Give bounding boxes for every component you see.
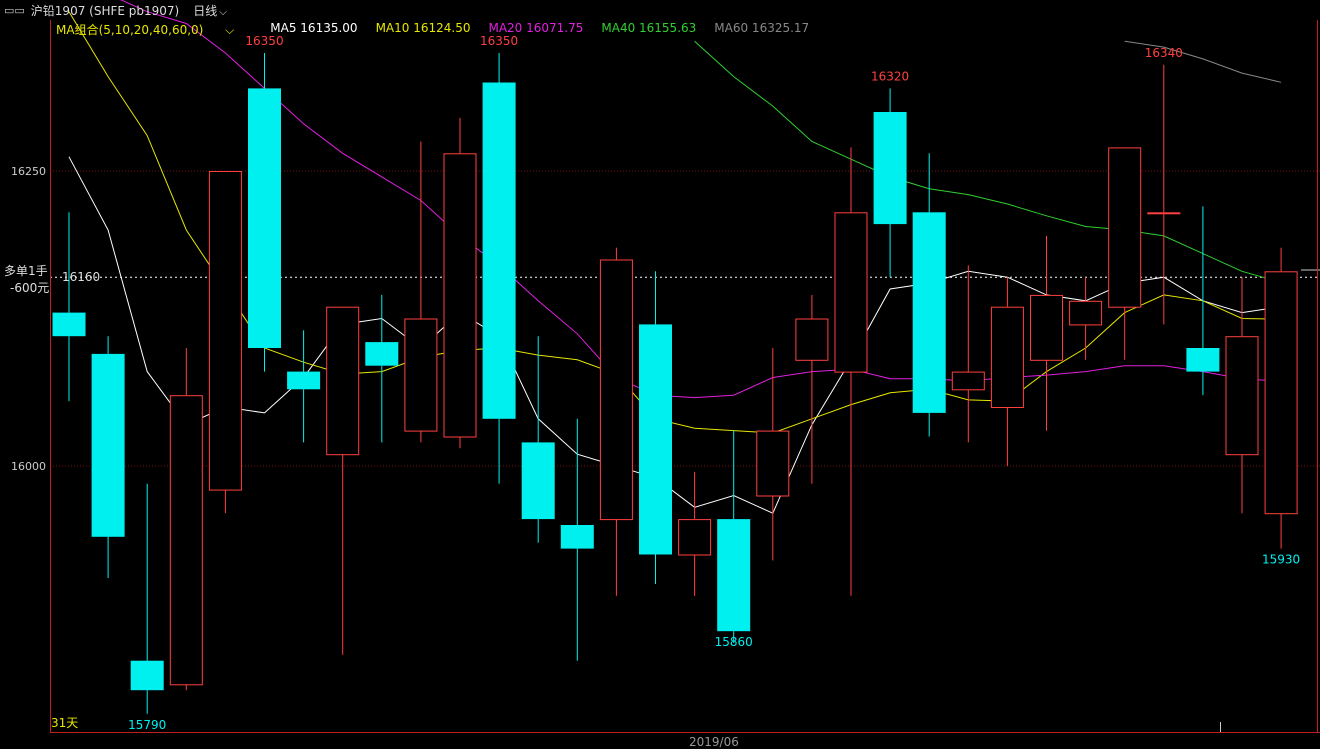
candle[interactable] bbox=[951, 265, 985, 443]
candle[interactable] bbox=[91, 336, 125, 579]
candle[interactable] bbox=[404, 141, 438, 443]
candle[interactable] bbox=[678, 471, 712, 596]
extreme-price-label: 16320 bbox=[871, 69, 909, 83]
y-tick-label: 16000 bbox=[11, 460, 46, 473]
candle[interactable] bbox=[756, 348, 790, 561]
candle-body bbox=[834, 212, 868, 373]
ma-combo-selector[interactable]: MA组合(5,10,20,40,60,0) ⌵ bbox=[56, 21, 252, 37]
chevron-down-icon: ⌵ bbox=[221, 23, 235, 37]
candle-body bbox=[990, 306, 1024, 409]
extreme-price-label: 15790 bbox=[128, 718, 166, 732]
candle-body bbox=[365, 342, 399, 366]
candle-body bbox=[482, 82, 516, 419]
ma40-line bbox=[694, 40, 1282, 283]
position-price: 16160 bbox=[62, 270, 101, 284]
candle-body bbox=[756, 430, 790, 497]
ma5-legend: MA5 16135.00 bbox=[270, 21, 358, 35]
candle-body bbox=[873, 112, 907, 225]
candle-body bbox=[951, 371, 985, 391]
period-label: 日线 bbox=[193, 3, 218, 18]
candle[interactable] bbox=[248, 53, 281, 372]
candle[interactable] bbox=[834, 147, 868, 596]
candle[interactable] bbox=[717, 430, 751, 643]
candle-body bbox=[1225, 336, 1259, 456]
day-count: 31天 bbox=[51, 716, 79, 730]
toolbar: ▭▭ 沪铅1907 (SHFE pb1907) 日线 ⌵ bbox=[0, 0, 1320, 20]
candle-body bbox=[91, 353, 125, 537]
ma60-legend: MA60 16325.17 bbox=[714, 21, 810, 35]
candle[interactable] bbox=[560, 418, 594, 661]
candle-body bbox=[443, 153, 477, 438]
ma-legend: MA组合(5,10,20,40,60,0) ⌵ MA5 16135.00 MA1… bbox=[56, 21, 827, 37]
candle[interactable] bbox=[1264, 247, 1298, 549]
candle-body bbox=[287, 371, 321, 390]
candle[interactable] bbox=[990, 277, 1024, 466]
candle-body bbox=[912, 212, 946, 413]
candle-body bbox=[404, 318, 438, 432]
candle-body bbox=[169, 395, 203, 686]
candle-body bbox=[1186, 348, 1220, 372]
instrument-title: 沪铅1907 (SHFE pb1907) bbox=[30, 3, 180, 18]
candles[interactable] bbox=[52, 53, 1298, 714]
candle[interactable] bbox=[1147, 64, 1181, 325]
candle-body bbox=[678, 519, 712, 556]
candle-body bbox=[52, 312, 86, 337]
ma-combo-label: MA组合(5,10,20,40,60,0) bbox=[56, 23, 204, 37]
extreme-price-label: 15860 bbox=[715, 635, 753, 649]
extreme-price-label: 16340 bbox=[1145, 46, 1183, 60]
candle[interactable] bbox=[1069, 277, 1103, 360]
candlestick-chart[interactable]: 1600016250 16350 163501632016340157901586… bbox=[0, 0, 1320, 748]
ma20-legend: MA20 16071.75 bbox=[488, 21, 584, 35]
candle[interactable] bbox=[1186, 206, 1220, 396]
candle-body bbox=[560, 525, 594, 549]
candle-body bbox=[1030, 294, 1063, 361]
candle[interactable] bbox=[287, 330, 321, 443]
candle-body bbox=[208, 171, 242, 491]
candle-body bbox=[599, 259, 633, 521]
candle[interactable] bbox=[326, 306, 360, 655]
candle[interactable] bbox=[1030, 235, 1063, 431]
candle-body bbox=[1108, 147, 1142, 308]
candle[interactable] bbox=[639, 271, 672, 584]
x-axis-date: 2019/06 bbox=[689, 735, 739, 749]
candle[interactable] bbox=[208, 171, 242, 514]
candle-body bbox=[1264, 271, 1298, 515]
candle-body bbox=[717, 519, 751, 632]
window-toggle-icon[interactable]: ▭▭ bbox=[4, 4, 25, 17]
chevron-down-icon: ⌵ bbox=[219, 6, 227, 18]
ma10-legend: MA10 16124.50 bbox=[375, 21, 471, 35]
candle[interactable] bbox=[365, 294, 399, 443]
candle[interactable] bbox=[912, 153, 946, 437]
position-label: 多单1手 bbox=[4, 264, 48, 278]
candle-body bbox=[326, 306, 360, 456]
candle-body bbox=[1069, 300, 1103, 326]
candle[interactable] bbox=[1225, 277, 1259, 514]
candle-body bbox=[521, 442, 555, 520]
candle[interactable] bbox=[873, 88, 907, 278]
candle[interactable] bbox=[130, 483, 164, 714]
candle[interactable] bbox=[169, 348, 203, 691]
position-pnl: -600元 bbox=[10, 281, 50, 295]
candle[interactable] bbox=[795, 294, 829, 484]
y-tick-label: 16250 bbox=[11, 165, 46, 178]
ma20-line bbox=[120, 0, 1282, 399]
ma40-legend: MA40 16155.63 bbox=[601, 21, 697, 35]
candle-body bbox=[639, 324, 672, 555]
candle-body bbox=[795, 318, 829, 361]
period-selector[interactable]: 日线 ⌵ bbox=[193, 2, 227, 19]
candle[interactable] bbox=[482, 53, 516, 484]
candle[interactable] bbox=[599, 247, 633, 596]
extreme-price-label: 15930 bbox=[1262, 553, 1300, 567]
candle-body bbox=[248, 88, 281, 349]
candle[interactable] bbox=[443, 117, 477, 449]
candle-body bbox=[1147, 212, 1181, 215]
candle[interactable] bbox=[52, 212, 86, 402]
candle-body bbox=[130, 660, 164, 691]
candle[interactable] bbox=[521, 336, 555, 543]
candle[interactable] bbox=[1108, 147, 1142, 360]
